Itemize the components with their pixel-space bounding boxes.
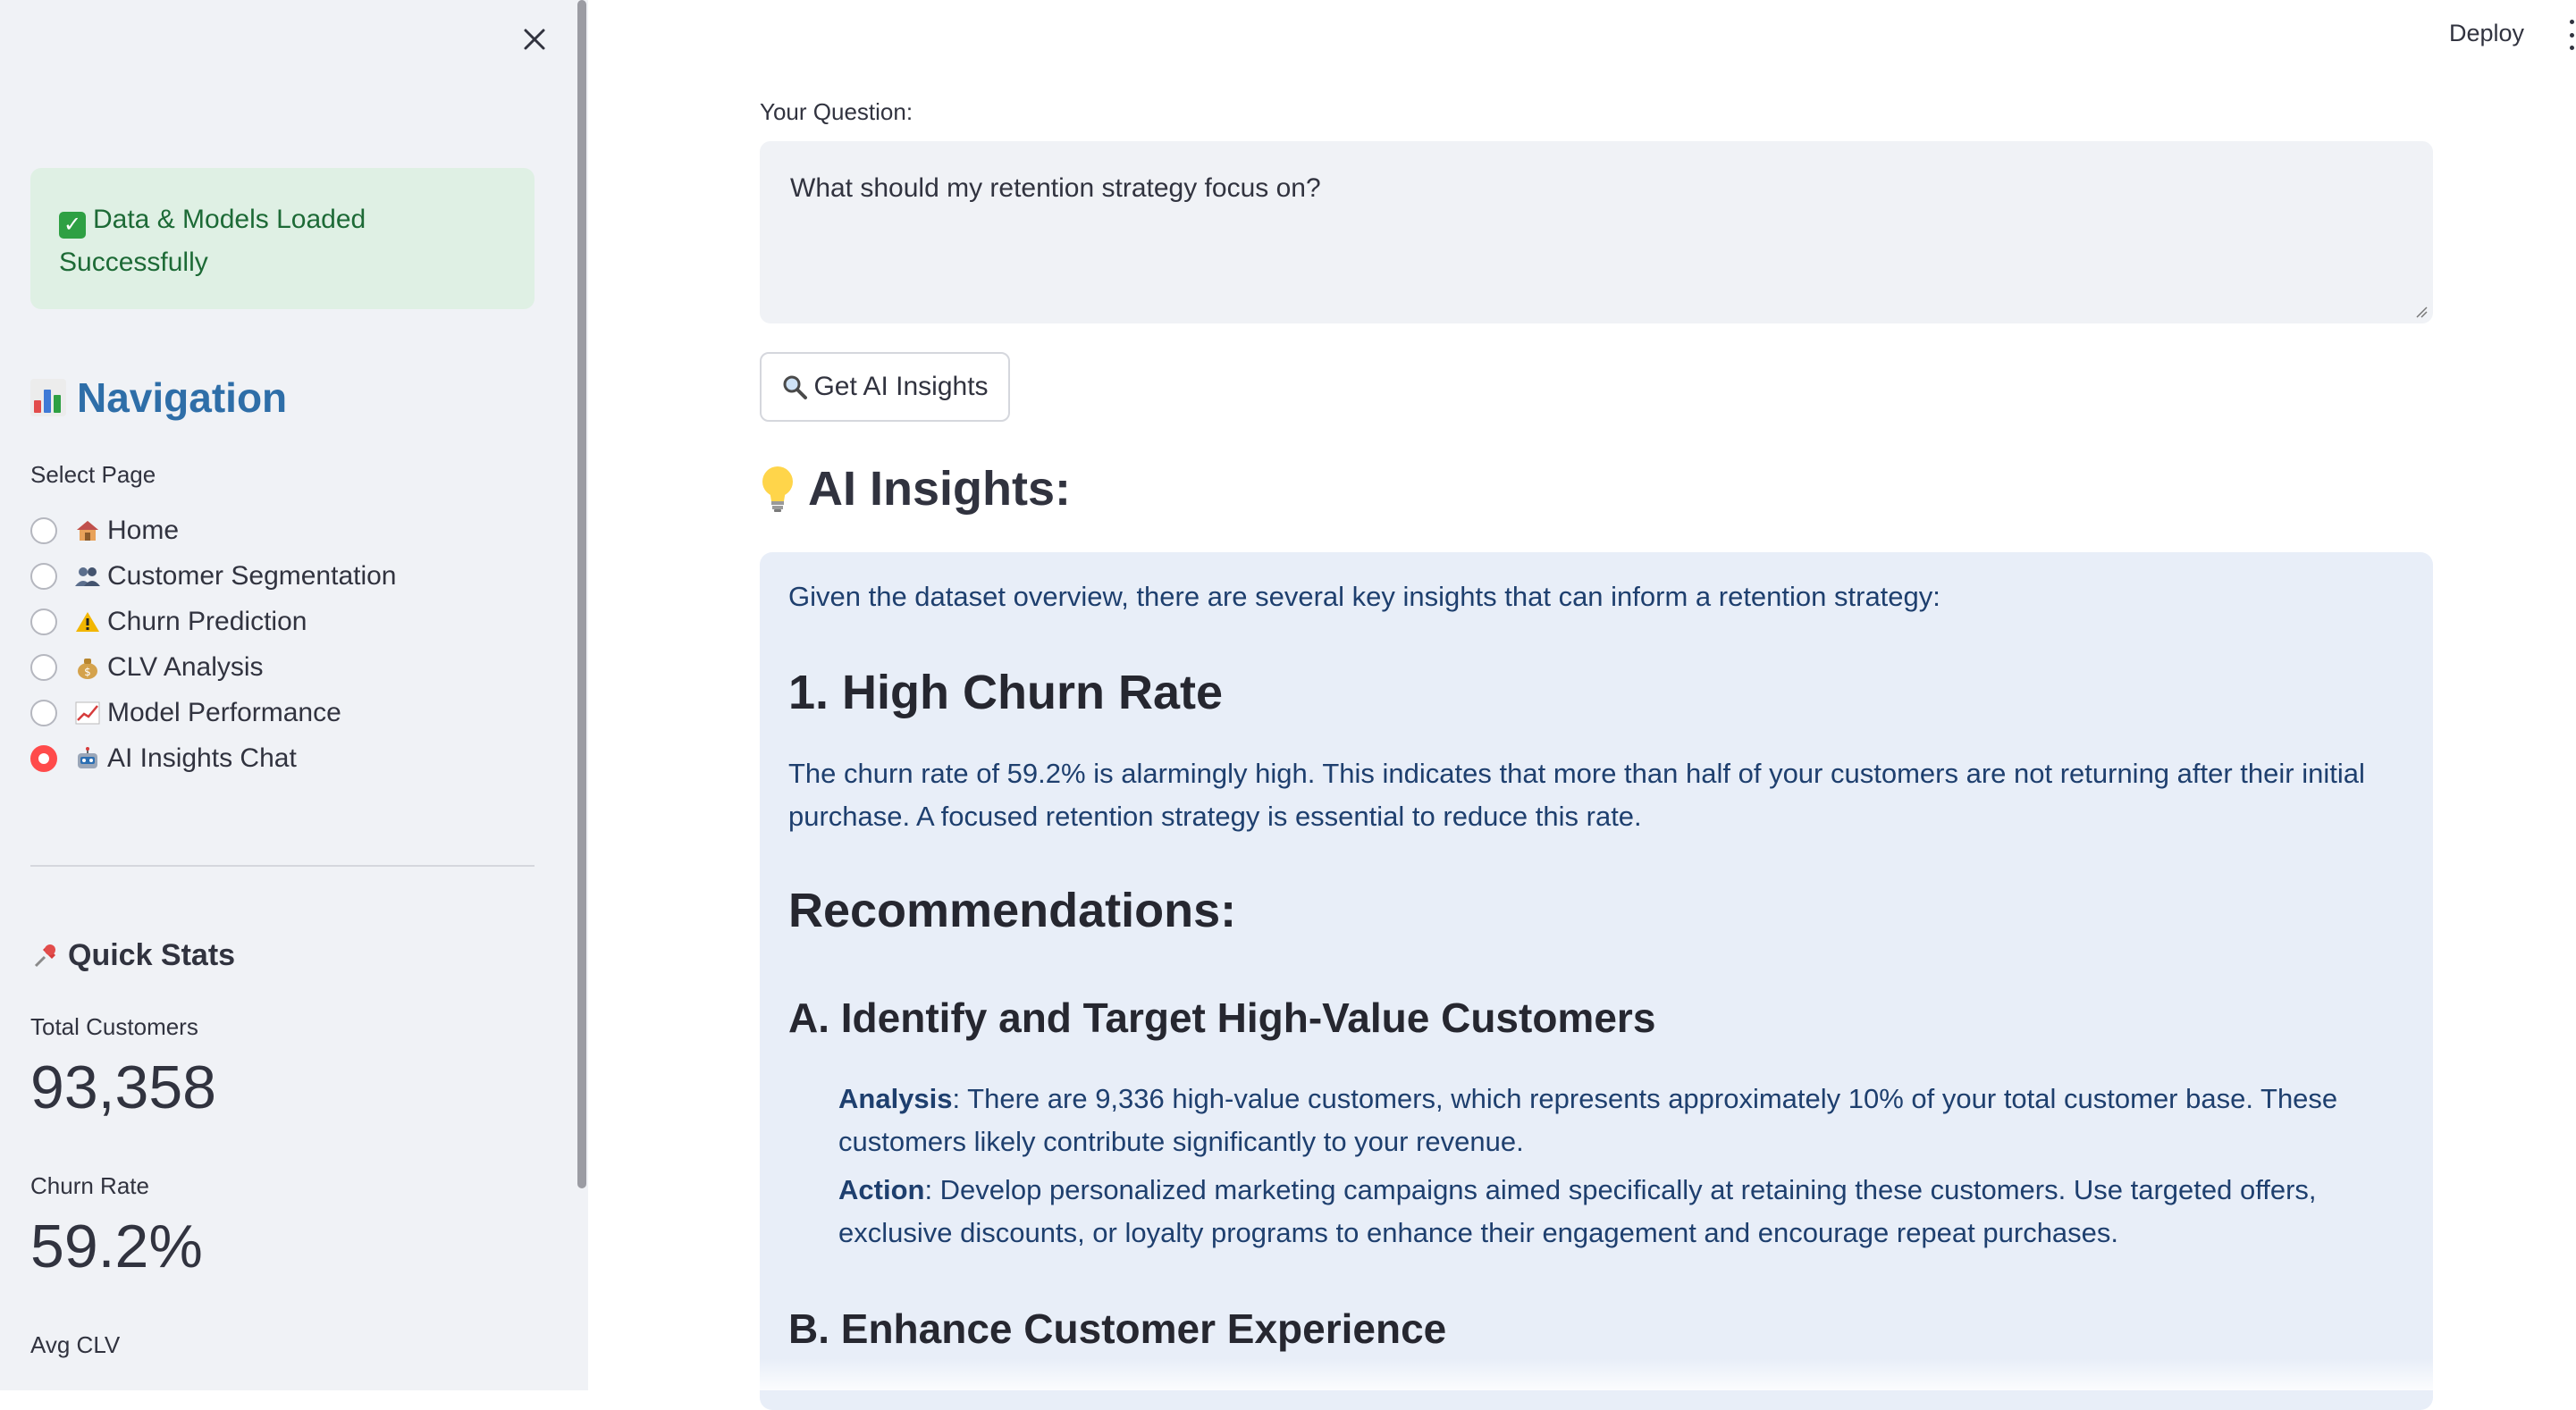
main-menu-button[interactable] bbox=[2567, 20, 2576, 50]
action-label: Action bbox=[838, 1174, 925, 1205]
bar-chart-icon bbox=[30, 379, 66, 416]
radio-item-label: Model Performance bbox=[107, 697, 341, 727]
subheading-high-value-customers: A. Identify and Target High-Value Custom… bbox=[788, 995, 1656, 1041]
metric-label-total-customers: Total Customers bbox=[30, 1013, 198, 1040]
kebab-dot bbox=[2569, 32, 2574, 38]
metric-value-churn-rate: 59.2% bbox=[30, 1213, 203, 1280]
radio-item-label: AI Insights Chat bbox=[107, 743, 297, 773]
radio-item-ai-insights-chat[interactable]: AI Insights Chat bbox=[30, 735, 567, 781]
status-message: Data & Models Loaded Successfully bbox=[59, 205, 366, 277]
radio-item-label: Churn Prediction bbox=[107, 606, 307, 636]
pushpin-icon bbox=[30, 941, 61, 971]
close-sidebar-button[interactable] bbox=[517, 21, 552, 57]
response-intro: Given the dataset overview, there are se… bbox=[788, 581, 1940, 612]
radio-button[interactable] bbox=[30, 699, 57, 726]
magnifier-icon bbox=[781, 373, 808, 400]
sidebar-scrollbar[interactable] bbox=[577, 0, 586, 1188]
subheading-enhance-customer-experience: B. Enhance Customer Experience bbox=[788, 1305, 1447, 1352]
quick-stats-title-text: Quick Stats bbox=[68, 938, 236, 972]
radio-item-label: Home bbox=[107, 515, 180, 545]
warning-icon bbox=[73, 610, 102, 634]
section-heading-high-churn-rate: 1. High Churn Rate bbox=[788, 666, 1224, 719]
metric-value-total-customers: 93,358 bbox=[30, 1053, 216, 1121]
ai-insights-heading-text: AI Insights: bbox=[808, 462, 1071, 516]
navigation-title-text: Navigation bbox=[77, 374, 288, 421]
analysis-paragraph: Analysis: There are 9,336 high-value cus… bbox=[838, 1078, 2394, 1163]
sidebar: ✓ Data & Models Loaded Successfully Navig… bbox=[0, 0, 588, 1390]
navigation-title: Navigation bbox=[30, 373, 287, 422]
quick-stats-title: Quick Stats bbox=[30, 938, 235, 973]
radio-button-selected[interactable] bbox=[30, 744, 57, 772]
action-text: : Develop personalized marketing campaig… bbox=[838, 1174, 2317, 1248]
get-ai-insights-button[interactable]: Get AI Insights bbox=[760, 352, 1010, 422]
bottom-fade-overlay bbox=[588, 1358, 2576, 1390]
sidebar-divider bbox=[30, 865, 535, 867]
robot-icon bbox=[73, 746, 102, 770]
recommendations-heading: Recommendations: bbox=[788, 884, 1237, 937]
radio-button[interactable] bbox=[30, 516, 57, 544]
analysis-text: : There are 9,336 high-value customers, … bbox=[838, 1083, 2338, 1157]
question-label: Your Question: bbox=[760, 98, 913, 125]
svg-text:$: $ bbox=[84, 666, 91, 678]
radio-item-churn-prediction[interactable]: Churn Prediction bbox=[30, 599, 567, 644]
radio-item-model-performance[interactable]: Model Performance bbox=[30, 690, 567, 735]
radio-button[interactable] bbox=[30, 562, 57, 590]
action-paragraph: Action: Develop personalized marketing c… bbox=[838, 1169, 2394, 1255]
radio-item-label: CLV Analysis bbox=[107, 651, 264, 682]
kebab-dot bbox=[2569, 46, 2574, 50]
house-icon bbox=[73, 519, 102, 542]
radio-item-home[interactable]: Home bbox=[30, 508, 567, 553]
radio-item-customer-segmentation[interactable]: Customer Segmentation bbox=[30, 553, 567, 599]
get-ai-insights-label: Get AI Insights bbox=[813, 372, 989, 401]
ai-insights-response: Given the dataset overview, there are se… bbox=[760, 552, 2433, 1410]
deploy-button[interactable]: Deploy bbox=[2449, 20, 2524, 47]
check-mark-icon: ✓ bbox=[59, 212, 86, 239]
chart-up-icon bbox=[73, 701, 102, 725]
people-icon bbox=[73, 565, 102, 588]
page-radio-group: Home Customer Segmentation Churn Predict… bbox=[30, 508, 567, 781]
radio-button[interactable] bbox=[30, 608, 57, 635]
question-textarea[interactable] bbox=[760, 141, 2433, 323]
money-bag-icon: $ bbox=[73, 655, 102, 680]
close-icon bbox=[524, 29, 545, 50]
light-bulb-icon bbox=[760, 464, 796, 514]
resize-handle-icon[interactable] bbox=[2415, 306, 2428, 318]
radio-item-clv-analysis[interactable]: $ CLV Analysis bbox=[30, 644, 567, 690]
select-page-label: Select Page bbox=[30, 461, 156, 488]
metric-label-churn-rate: Churn Rate bbox=[30, 1172, 149, 1199]
section-text-high-churn-rate: The churn rate of 59.2% is alarmingly hi… bbox=[788, 758, 2365, 832]
metric-label-avg-clv: Avg CLV bbox=[30, 1331, 121, 1358]
radio-button[interactable] bbox=[30, 653, 57, 681]
ai-insights-heading: AI Insights: bbox=[760, 461, 1071, 516]
kebab-menu-icon bbox=[2569, 20, 2574, 24]
status-success-alert: ✓ Data & Models Loaded Successfully bbox=[30, 168, 535, 309]
analysis-label: Analysis bbox=[838, 1083, 953, 1114]
radio-item-label: Customer Segmentation bbox=[107, 560, 397, 591]
